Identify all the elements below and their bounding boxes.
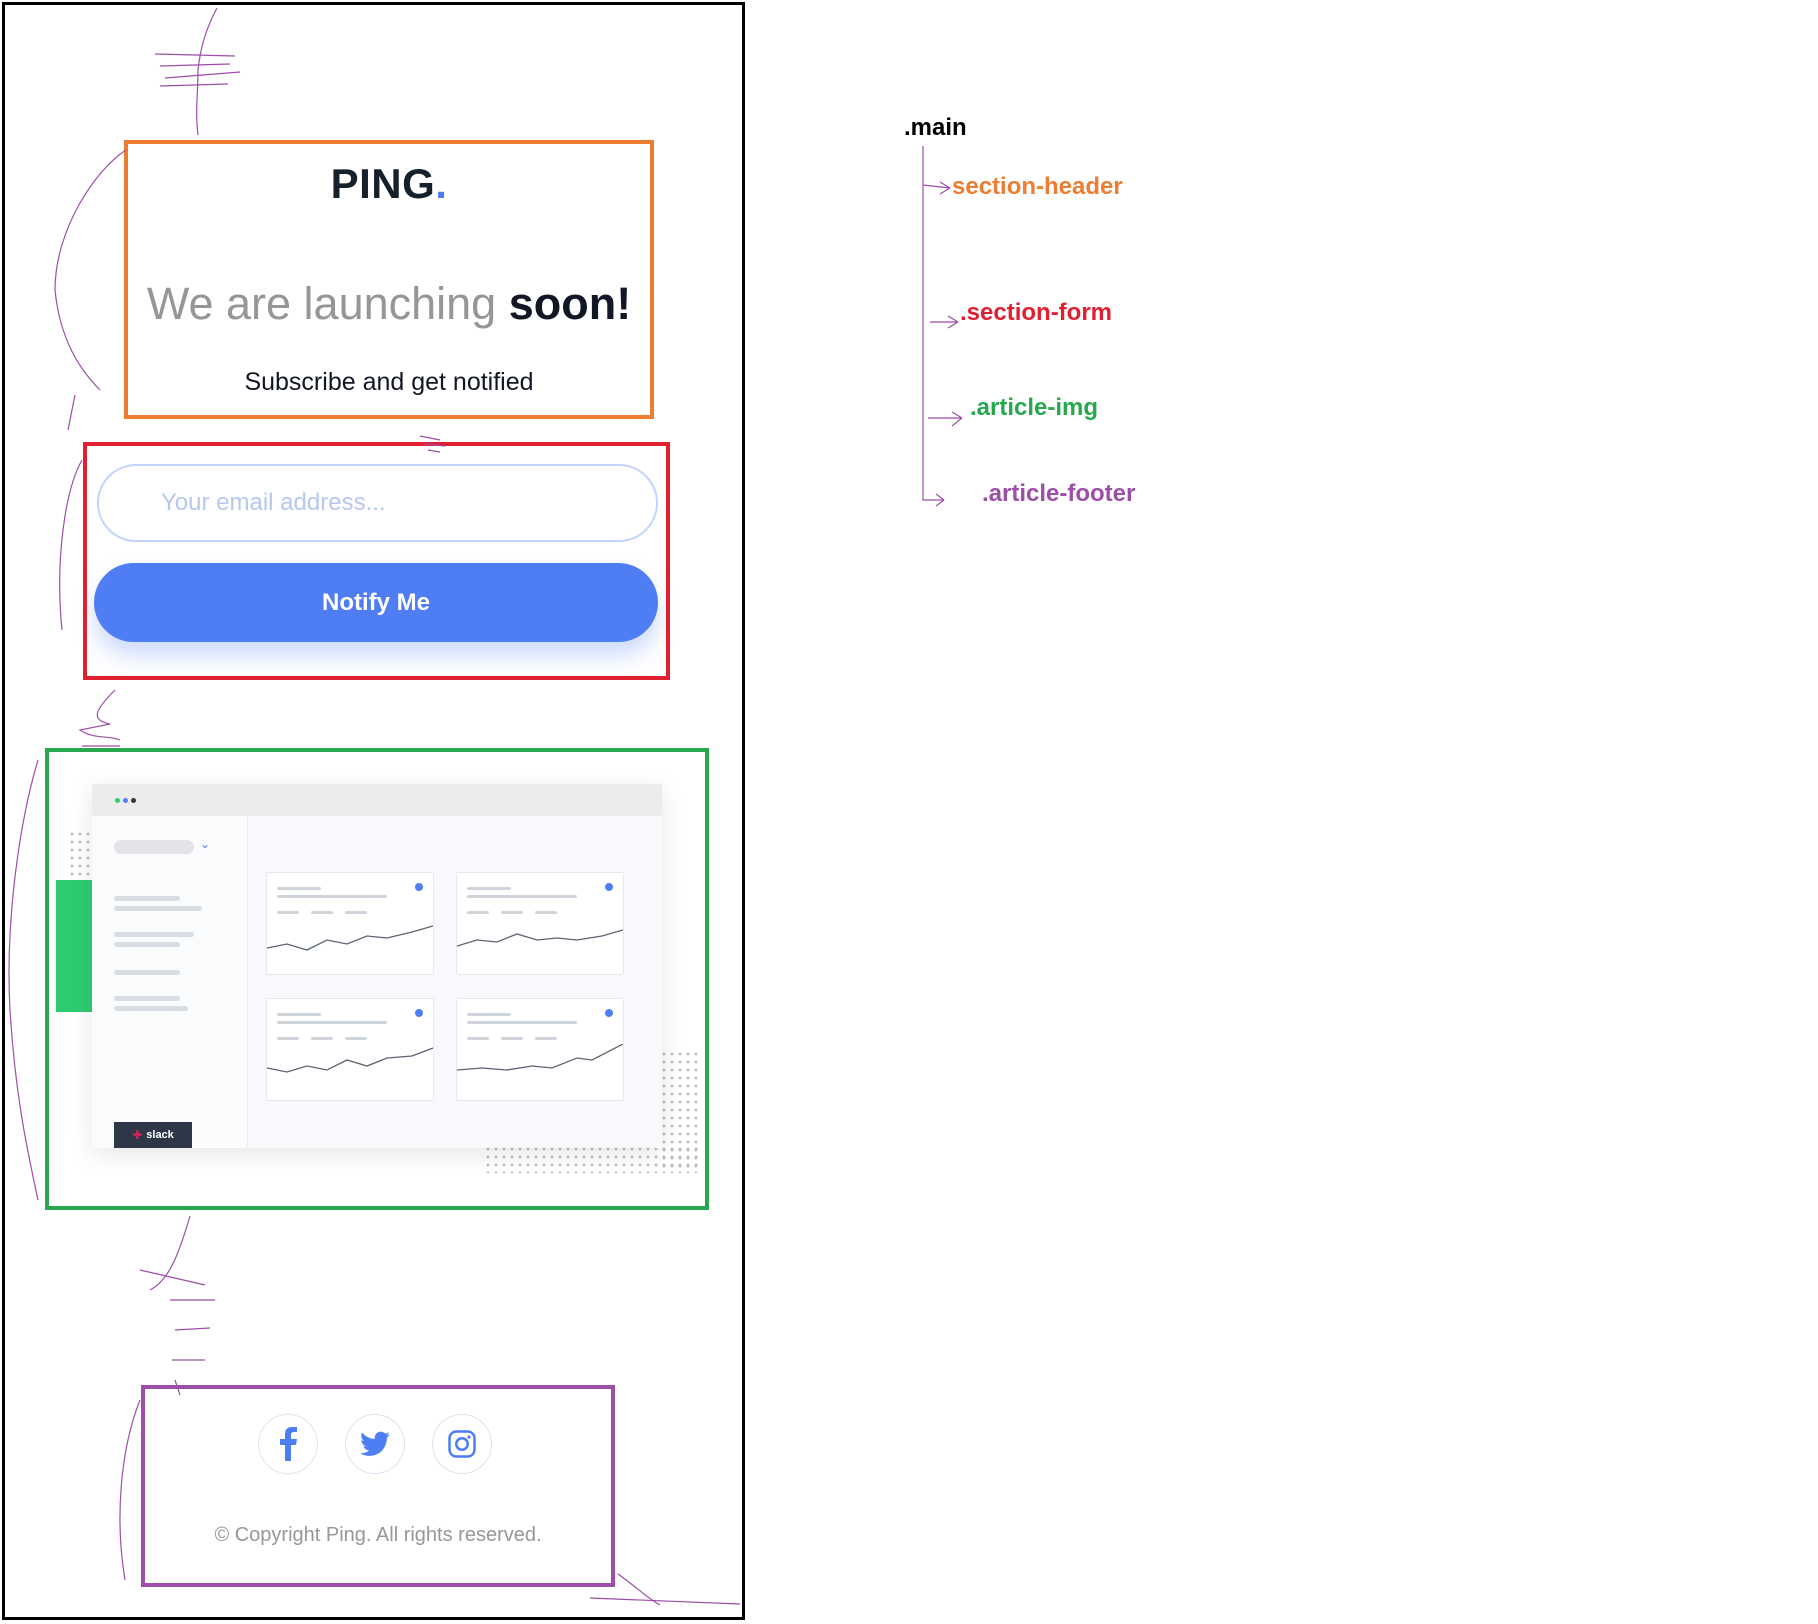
annotation-header-label: section-header	[952, 173, 1123, 200]
tree-connector	[922, 181, 951, 195]
margin-scribble	[59, 459, 83, 631]
margin-scribble	[419, 435, 446, 453]
margin-scribble	[54, 149, 127, 431]
margin-scribble	[196, 7, 218, 136]
annotation-main-label: .main	[904, 114, 967, 141]
annotation-form-label: .section-form	[960, 299, 1113, 326]
margin-scribble	[8, 759, 39, 1201]
tree-connector	[930, 315, 959, 329]
margin-scribble	[78, 689, 121, 747]
margin-scribble	[589, 1573, 741, 1606]
annotation-footer-label: .article-footer	[982, 480, 1136, 507]
tree-connector	[922, 146, 945, 507]
margin-scribble	[119, 1399, 141, 1581]
tree-connector	[928, 411, 963, 427]
annotation-img-label: .article-img	[970, 394, 1099, 421]
margin-scribble	[139, 1215, 215, 1396]
annotation-scribbles	[8, 7, 963, 1606]
